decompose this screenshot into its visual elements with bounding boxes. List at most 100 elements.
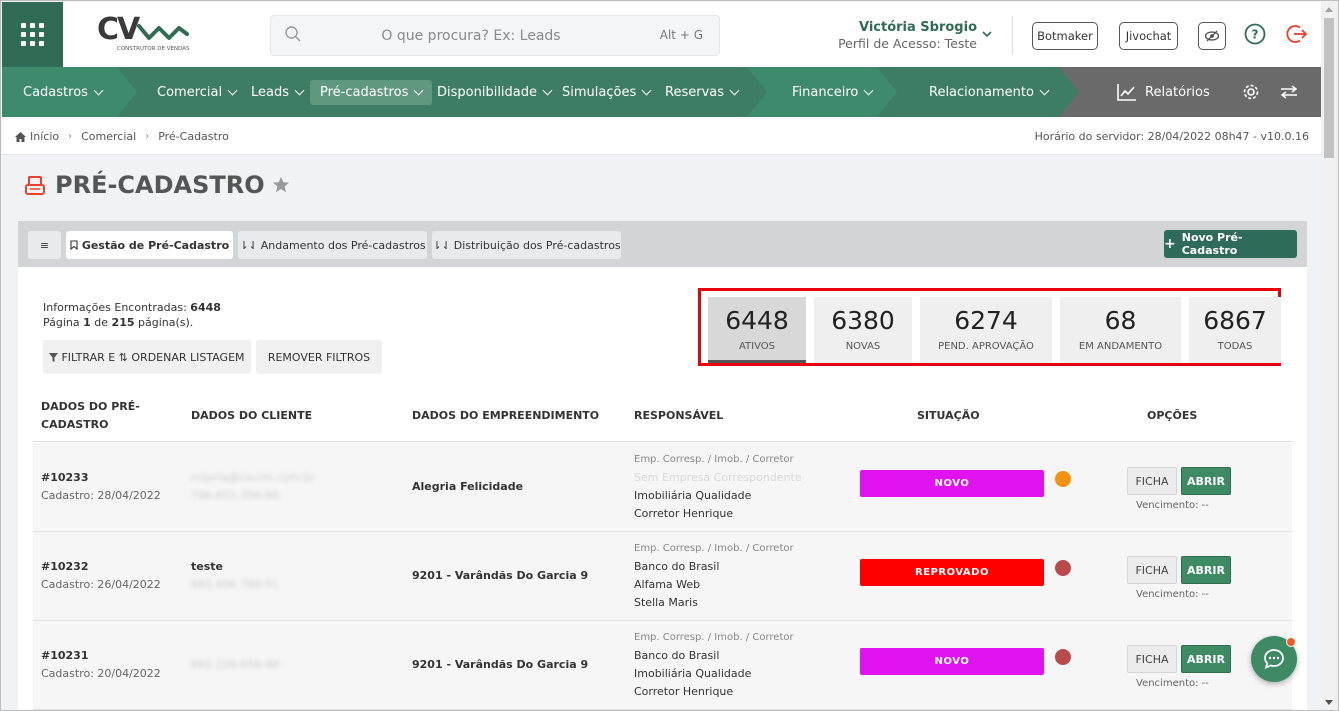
nav-cadastros[interactable]: Cadastros: [23, 67, 104, 117]
help-button[interactable]: ?: [1244, 23, 1266, 45]
client-email: rcterra@cvcrm.com.br: [191, 471, 315, 484]
stat-label: PEND. APROVAÇÃO: [938, 341, 1034, 352]
settings-button[interactable]: [1242, 67, 1260, 117]
pre-cadastro-cell: #10232 Cadastro: 26/04/2022: [41, 558, 161, 594]
user-menu[interactable]: Victória Sbrogio Perfil de Acesso: Teste: [822, 20, 977, 51]
status-badge: REPROVADO: [860, 559, 1044, 586]
logout-button[interactable]: [1286, 23, 1308, 45]
plus-icon: +: [1164, 236, 1176, 252]
abrir-button[interactable]: ABRIR: [1181, 556, 1231, 584]
tab-andamento[interactable]: ⇂⇃ Andamento dos Pré-cadastros: [238, 231, 427, 259]
nav-reservas[interactable]: Reservas: [665, 67, 740, 117]
tab-gestao[interactable]: Gestão de Pré-Cadastro: [66, 231, 233, 259]
chevron-down-icon: [729, 85, 740, 95]
nav-simulacoes[interactable]: Simulações: [562, 67, 652, 117]
apps-menu-button[interactable]: [2, 2, 63, 67]
stat-value: 6274: [954, 306, 1018, 335]
column-header: DADOS DO EMPREENDIMENTO: [412, 408, 600, 422]
logo-subtitle: CONSTRUTOR DE VENDAS: [117, 46, 190, 52]
scroll-thumb[interactable]: [1324, 18, 1334, 158]
stat-label: TODAS: [1217, 341, 1253, 352]
nav-disponibilidade[interactable]: Disponibilidade: [437, 67, 553, 117]
responsible-broker: Stella Maris: [634, 596, 698, 609]
abrir-button[interactable]: ABRIR: [1181, 645, 1231, 673]
chevron-down-icon[interactable]: [982, 29, 992, 39]
gear-icon: [1243, 84, 1259, 100]
chart-icon: [1117, 84, 1136, 101]
nav-label: Relacionamento: [929, 84, 1034, 100]
responsible-agency: Imobiliária Qualidade: [634, 667, 752, 680]
project-name: Alegria Felicidade: [412, 480, 524, 493]
table-row: #10233 Cadastro: 28/04/2022 rcterra@cvcr…: [33, 443, 1292, 532]
filter-order-button[interactable]: FILTRAR E ⇅ ORDENAR LISTAGEM: [43, 340, 251, 374]
stat-value: 68: [1104, 306, 1137, 335]
page-scrollbar[interactable]: [1321, 2, 1337, 710]
responsible-agency: Imobiliária Qualidade: [634, 489, 752, 502]
swap-icon: [1280, 85, 1298, 99]
scroll-down-icon[interactable]: [1325, 700, 1333, 705]
chevron-down-icon: [863, 85, 874, 95]
chevron-down-icon: [413, 85, 424, 96]
stat-pend-aprovacao[interactable]: 6274 PEND. APROVAÇÃO: [920, 297, 1052, 363]
page-header: PRÉ-CADASTRO: [23, 171, 290, 199]
due-date: Vencimento: --: [1136, 500, 1209, 511]
tab-menu-button[interactable]: ≡: [28, 231, 61, 259]
breadcrumb-item[interactable]: Comercial: [81, 130, 136, 143]
nav-pre-cadastros[interactable]: Pré-cadastros: [310, 80, 433, 105]
hide-values-button[interactable]: [1198, 22, 1226, 50]
scroll-up-icon[interactable]: [1325, 7, 1333, 12]
nav-financeiro[interactable]: Financeiro: [792, 67, 874, 117]
stat-todas[interactable]: 6867 TODAS: [1189, 297, 1281, 363]
jivochat-button[interactable]: Jivochat: [1119, 22, 1178, 50]
abrir-button[interactable]: ABRIR: [1181, 467, 1231, 495]
responsible-agency: Alfama Web: [634, 578, 701, 591]
stat-ativos[interactable]: 6448 ATIVOS: [708, 297, 806, 363]
breadcrumb-item: Pré-Cadastro: [158, 130, 229, 143]
logo[interactable]: CV CONSTRUTOR DE VENDAS: [97, 12, 192, 56]
search-input[interactable]: [321, 16, 621, 55]
breadcrumb-separator-icon: ›: [68, 131, 73, 142]
row-id[interactable]: #10232: [41, 560, 89, 573]
status-dot: [1055, 649, 1071, 665]
client-cell: rcterra@cvcrm.com.br 796.651.350-60: [191, 469, 315, 505]
app-window: CV CONSTRUTOR DE VENDAS Alt + G Victória…: [0, 0, 1339, 711]
search-icon: [285, 26, 301, 42]
stat-value: 6448: [725, 306, 789, 335]
nav-label: Financeiro: [792, 84, 859, 100]
ficha-button[interactable]: FICHA: [1127, 556, 1177, 584]
breadcrumb-item[interactable]: Início: [30, 130, 59, 143]
responsible-header: Emp. Corresp. / Imob. / Corretor: [634, 632, 794, 643]
chevron-down-icon: [227, 85, 238, 95]
table-row: #10231 Cadastro: 20/04/2022 602.226.658-…: [33, 621, 1292, 710]
nav-label: Reservas: [665, 84, 724, 100]
nav-relacionamento[interactable]: Relacionamento: [929, 67, 1050, 117]
remove-filters-button[interactable]: REMOVER FILTROS: [256, 340, 382, 374]
ficha-button[interactable]: FICHA: [1127, 645, 1177, 673]
tab-distribuicao[interactable]: ⇂⇃ Distribuição dos Pré-cadastros: [432, 231, 621, 259]
apps-grid-icon: [21, 23, 44, 46]
ficha-button[interactable]: FICHA: [1127, 467, 1177, 495]
botmaker-button[interactable]: Botmaker: [1032, 22, 1098, 50]
tab-label: Gestão de Pré-Cadastro: [81, 238, 230, 252]
stat-em-andamento[interactable]: 68 EM ANDAMENTO: [1060, 297, 1181, 363]
switch-button[interactable]: [1280, 67, 1298, 117]
search-box[interactable]: Alt + G: [270, 15, 720, 56]
divider: [1012, 16, 1013, 54]
nav-comercial[interactable]: Comercial: [157, 67, 238, 117]
new-pre-cadastro-button[interactable]: + Novo Pré-Cadastro: [1164, 230, 1297, 258]
row-id[interactable]: #10233: [41, 471, 89, 484]
client-name: teste: [191, 560, 223, 573]
client-cell: 602.226.658-40: [191, 656, 279, 674]
stat-novas[interactable]: 6380 NOVAS: [814, 297, 912, 363]
row-id[interactable]: #10231: [41, 649, 89, 662]
responsible-broker: Corretor Henrique: [634, 685, 734, 698]
nav-label: Pré-cadastros: [320, 85, 409, 100]
nav-leads[interactable]: Leads: [251, 67, 305, 117]
star-icon[interactable]: [272, 176, 290, 194]
user-name: Victória Sbrogio: [858, 20, 977, 35]
client-document: 796.651.350-60: [191, 489, 279, 502]
status-dot: [1055, 471, 1071, 487]
button-label: Novo Pré-Cadastro: [1181, 231, 1243, 257]
nav-relatorios[interactable]: Relatórios: [1117, 67, 1210, 117]
stat-label: NOVAS: [845, 341, 881, 352]
